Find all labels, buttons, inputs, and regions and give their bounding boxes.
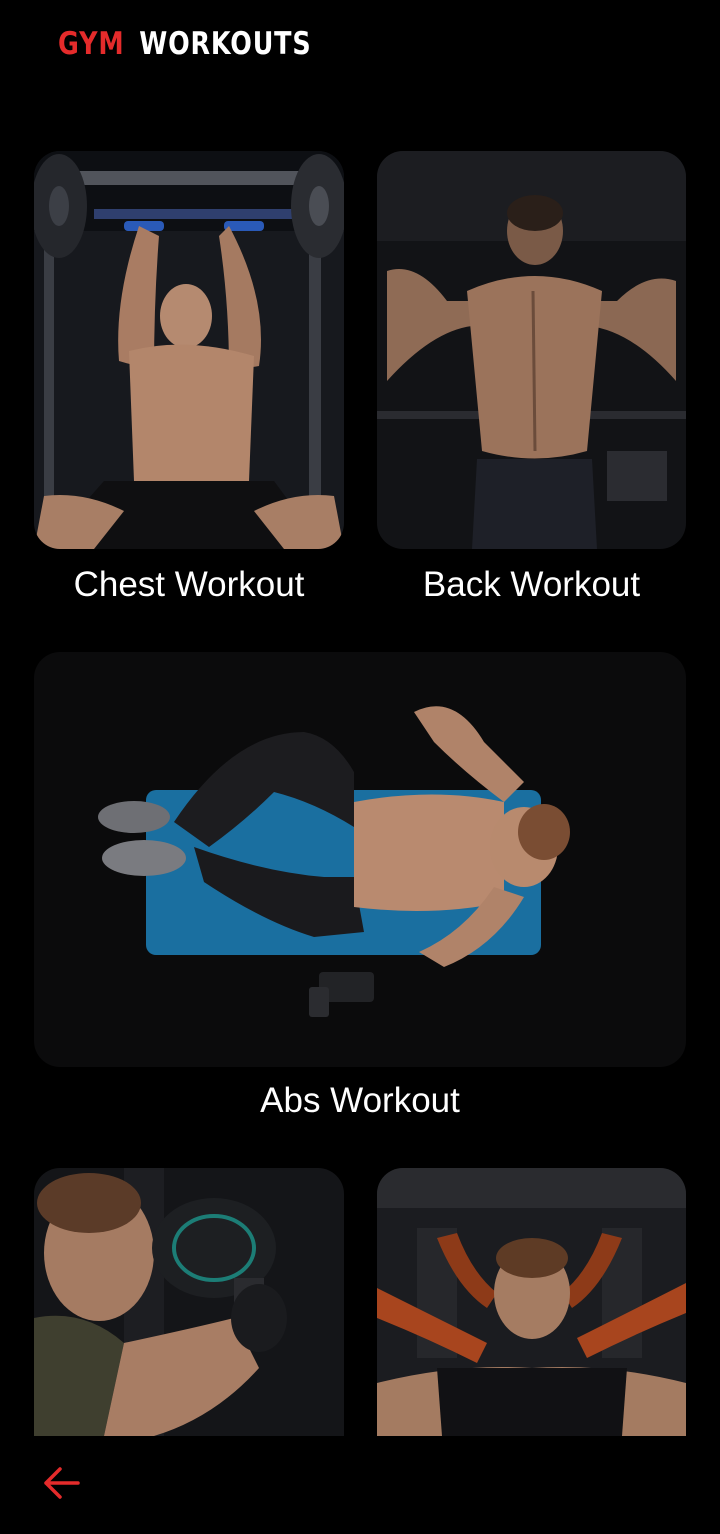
- workout-card-chest[interactable]: Chest Workout: [34, 151, 344, 611]
- workout-card-biceps[interactable]: [34, 1168, 344, 1436]
- biceps-workout-photo: [34, 1168, 344, 1436]
- back-workout-photo: [377, 151, 686, 549]
- abs-workout-label: Abs Workout: [260, 1081, 460, 1120]
- workout-card-shoulder[interactable]: [377, 1168, 686, 1436]
- chest-workout-photo: [34, 151, 344, 549]
- workout-card-abs[interactable]: Abs Workout: [34, 652, 686, 1132]
- back-button[interactable]: [38, 1462, 84, 1508]
- back-workout-label: Back Workout: [422, 565, 641, 604]
- app-header: GYM WORKOUTS: [58, 22, 311, 66]
- title-accent: GYM: [58, 26, 125, 62]
- abs-workout-photo: [34, 652, 686, 1067]
- chest-workout-label: Chest Workout: [73, 565, 305, 604]
- arrow-left-icon: [42, 1466, 80, 1504]
- shoulder-workout-photo: [377, 1168, 686, 1436]
- title-main: WORKOUTS: [139, 26, 312, 62]
- workout-card-back[interactable]: Back Workout: [377, 151, 686, 611]
